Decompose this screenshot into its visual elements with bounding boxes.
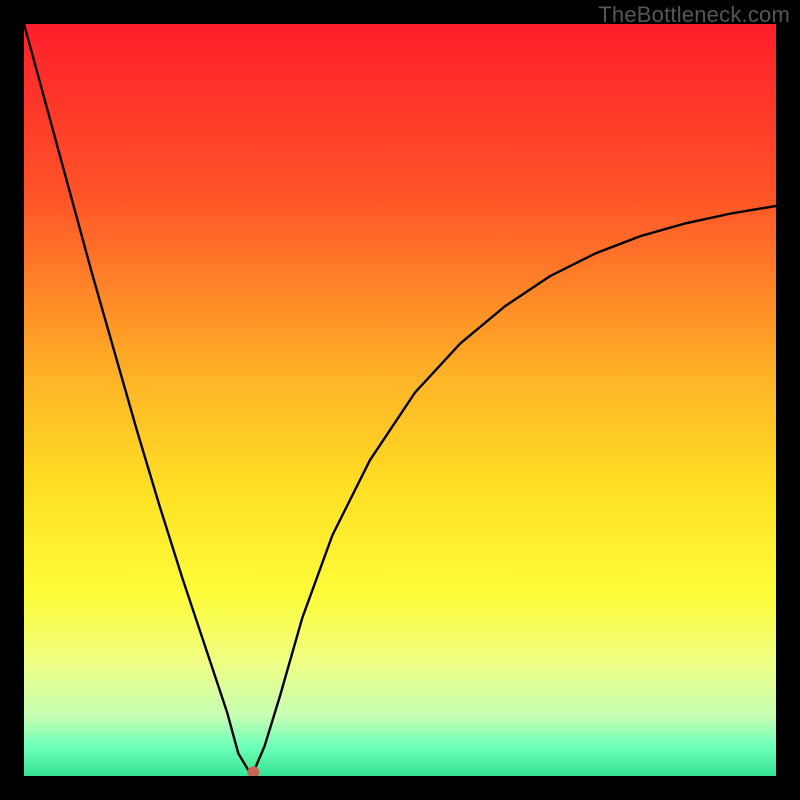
chart-frame: TheBottleneck.com: [0, 0, 800, 800]
bottleneck-plot: [24, 24, 776, 776]
gradient-background: [24, 24, 776, 776]
